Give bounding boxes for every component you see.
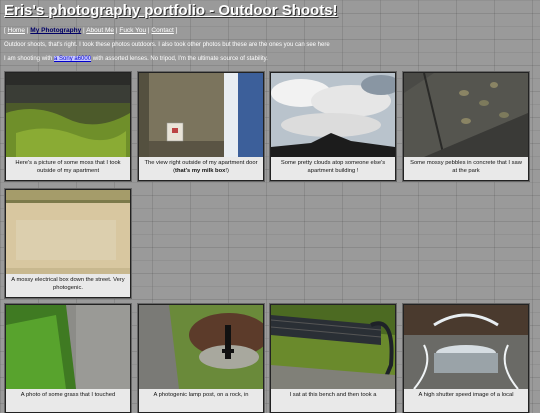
- nav-home-link[interactable]: Home: [8, 27, 25, 34]
- gallery-caption: I sat at this bench and then took a: [289, 392, 377, 398]
- camera-info-prefix: I am shooting with: [4, 56, 53, 62]
- nav-open-bracket: [: [4, 27, 6, 34]
- gallery-item-bench[interactable]: I sat at this bench and then took a: [270, 304, 396, 413]
- moss-photo-icon: [6, 73, 130, 157]
- main-nav: [ Home | My Photography | About Me | Fuc…: [4, 27, 177, 34]
- bench-photo-icon: [271, 305, 395, 389]
- nav-separator: |: [147, 27, 150, 34]
- gallery-item-grass[interactable]: A photo of some grass that I touched: [5, 304, 131, 413]
- pebbles-photo-icon: [404, 73, 528, 157]
- camera-info-suffix: with assorted lenses. No tripod, I'm the…: [92, 56, 268, 62]
- gallery-caption: A high shutter speed image of a local: [418, 392, 514, 398]
- gallery-item-clouds[interactable]: Some pretty clouds atop someone else's a…: [270, 72, 396, 181]
- nav-contact-link[interactable]: Contact: [151, 27, 173, 34]
- nav-separator: |: [26, 27, 29, 34]
- gallery-item-lamp-post[interactable]: A photogenic lamp post, on a rock, in: [138, 304, 264, 413]
- lamp-post-photo-icon: [139, 305, 263, 389]
- gallery-caption: Some mossy pebbles in concrete that I sa…: [410, 160, 522, 174]
- gallery-caption: A mossy electrical box down the street. …: [11, 277, 125, 291]
- gallery-item-pebbles[interactable]: Some mossy pebbles in concrete that I sa…: [403, 72, 529, 181]
- gallery-item-fountain[interactable]: A high shutter speed image of a local: [403, 304, 529, 413]
- nav-separator: |: [83, 27, 85, 34]
- doorway-photo-icon: [139, 73, 263, 157]
- nav-fuck-you-link[interactable]: Fuck You: [119, 27, 146, 34]
- gallery-item-electrical-box[interactable]: A mossy electrical box down the street. …: [5, 189, 131, 298]
- intro-text: Outdoor shoots, that's right. I took the…: [4, 42, 330, 48]
- nav-my-photography-link[interactable]: My Photography: [30, 27, 81, 34]
- gallery-caption: Here's a picture of some moss that I too…: [15, 160, 121, 174]
- fountain-photo-icon: [404, 305, 528, 389]
- gallery-caption: The view right outside of my apartment d…: [144, 160, 258, 174]
- camera-link[interactable]: a Sony a6000: [54, 56, 92, 62]
- gallery-item-doorway[interactable]: The view right outside of my apartment d…: [138, 72, 264, 181]
- nav-close-bracket: ]: [175, 27, 178, 34]
- gallery-caption: Some pretty clouds atop someone else's a…: [280, 160, 386, 174]
- clouds-photo-icon: [271, 73, 395, 157]
- gallery-item-moss[interactable]: Here's a picture of some moss that I too…: [5, 72, 131, 181]
- page-title: Eris's photography portfolio - Outdoor S…: [4, 2, 338, 19]
- nav-separator: |: [115, 27, 118, 34]
- electrical-box-photo-icon: [6, 190, 130, 274]
- nav-about-link[interactable]: About Me: [86, 27, 114, 34]
- gallery-caption: A photo of some grass that I touched: [20, 392, 116, 398]
- camera-info: I am shooting with a Sony a6000 with ass…: [4, 56, 268, 62]
- grass-photo-icon: [6, 305, 130, 389]
- gallery-caption: A photogenic lamp post, on a rock, in: [153, 392, 249, 398]
